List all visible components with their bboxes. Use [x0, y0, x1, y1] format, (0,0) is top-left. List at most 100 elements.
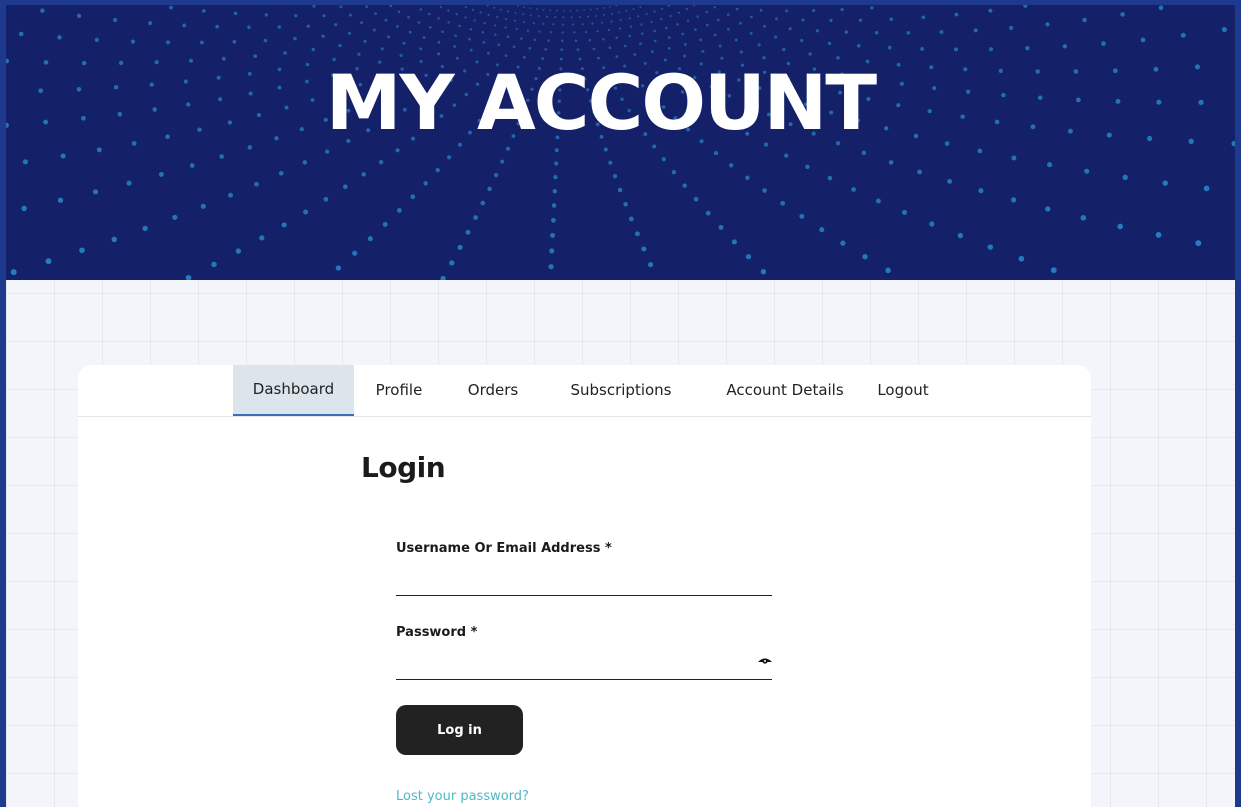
username-field[interactable] — [396, 571, 772, 596]
hero-dot — [610, 12, 613, 15]
hero-dot — [596, 30, 599, 33]
tab-logout[interactable]: Logout — [873, 365, 933, 416]
hero-dot — [1045, 22, 1050, 27]
hero-dot — [729, 163, 734, 168]
hero-dot — [513, 19, 516, 22]
hero-dot — [660, 18, 663, 21]
hero-dot — [6, 58, 10, 64]
hero-dot — [667, 47, 671, 50]
hero-dot — [447, 155, 452, 160]
hero-dot — [639, 5, 642, 9]
hero-dot — [43, 60, 49, 65]
hero-dot — [60, 153, 66, 159]
hero-dot — [428, 12, 431, 16]
lost-password-link[interactable]: Lost your password? — [396, 789, 529, 804]
hero-dot — [21, 205, 27, 212]
hero-dot — [735, 7, 739, 11]
hero-dot — [693, 196, 699, 202]
hero-dot — [701, 49, 705, 53]
tab-dashboard[interactable]: Dashboard — [233, 365, 354, 416]
hero-dot — [1062, 44, 1068, 49]
hero-dot — [617, 187, 623, 193]
tab-orders[interactable]: Orders — [463, 365, 523, 416]
hero-dot — [504, 26, 507, 29]
hero-dot — [468, 37, 471, 41]
hero-dot — [441, 30, 444, 34]
hero-dot — [253, 54, 258, 58]
hero-dot — [1080, 215, 1087, 221]
hero-dot — [211, 261, 217, 268]
hero-dot — [547, 39, 550, 42]
hero-dot — [493, 6, 496, 9]
tab-subscriptions[interactable]: Subscriptions — [566, 365, 676, 416]
hero-dot — [514, 11, 517, 14]
hero-dot — [126, 180, 132, 186]
hero-dot — [148, 21, 153, 26]
hero-dot — [473, 19, 476, 22]
eye-icon[interactable] — [757, 656, 773, 668]
hero-dot — [480, 200, 486, 206]
hero-dot — [693, 5, 696, 7]
hero-dot — [334, 23, 338, 27]
hero-dot — [507, 10, 510, 13]
hero-dot — [889, 17, 894, 21]
hero-dot — [389, 5, 393, 8]
hero-dot — [158, 171, 164, 177]
password-label: Password * — [396, 625, 478, 640]
login-heading: Login — [361, 451, 446, 484]
hero-dot — [423, 181, 428, 186]
hero-dot — [1045, 206, 1051, 212]
hero-dot — [612, 174, 618, 179]
hero-dot — [858, 18, 863, 22]
hero-dot — [633, 53, 637, 56]
hero-dot — [726, 13, 730, 17]
hero-dot — [302, 160, 308, 165]
hero-dot — [608, 46, 612, 50]
tab-profile[interactable]: Profile — [370, 365, 428, 416]
hero-dot — [235, 248, 242, 254]
hero-dot — [551, 203, 557, 208]
hero-dot — [901, 209, 908, 216]
hero-dot — [440, 275, 446, 280]
hero-dot — [815, 29, 820, 33]
hero-dot — [592, 47, 596, 51]
hero-dot — [293, 36, 297, 41]
hero-dot — [686, 19, 690, 22]
hero-dot — [784, 153, 789, 158]
hero-dot — [762, 188, 767, 193]
hero-dot — [1221, 27, 1227, 33]
hero-dot — [602, 13, 605, 16]
hero-dot — [384, 18, 388, 22]
hero-dot — [504, 17, 507, 21]
hero-dot — [640, 23, 643, 26]
hero-dot — [311, 47, 315, 52]
hero-dot — [625, 9, 628, 12]
hero-dot — [130, 39, 136, 44]
hero-dot — [542, 22, 545, 25]
hero-dot — [619, 18, 622, 22]
hero-dot — [259, 235, 265, 241]
hero-dot — [465, 229, 471, 235]
tab-account-details[interactable]: Account Details — [723, 365, 847, 416]
hero-dot — [745, 175, 750, 181]
hero-dot — [324, 149, 330, 154]
hero-dot — [586, 15, 590, 18]
hero-dot — [200, 203, 206, 209]
hero-dot — [1180, 32, 1186, 38]
password-field[interactable] — [396, 655, 772, 680]
hero-dot — [185, 274, 192, 280]
hero-dot — [1158, 5, 1164, 11]
hero-dot — [560, 39, 564, 43]
hero-dot — [840, 240, 846, 246]
hero-dot — [1084, 168, 1090, 174]
hero-dot — [399, 53, 403, 58]
hero-dot — [648, 262, 654, 268]
hero-dot — [759, 8, 763, 12]
hero-dot — [801, 18, 805, 22]
hero-dot — [360, 21, 364, 25]
hero-dot — [562, 16, 565, 19]
hero-dot — [397, 208, 402, 213]
hero-dot — [1009, 25, 1014, 30]
hero-dot — [172, 214, 178, 220]
login-button[interactable]: Log in — [396, 705, 523, 755]
